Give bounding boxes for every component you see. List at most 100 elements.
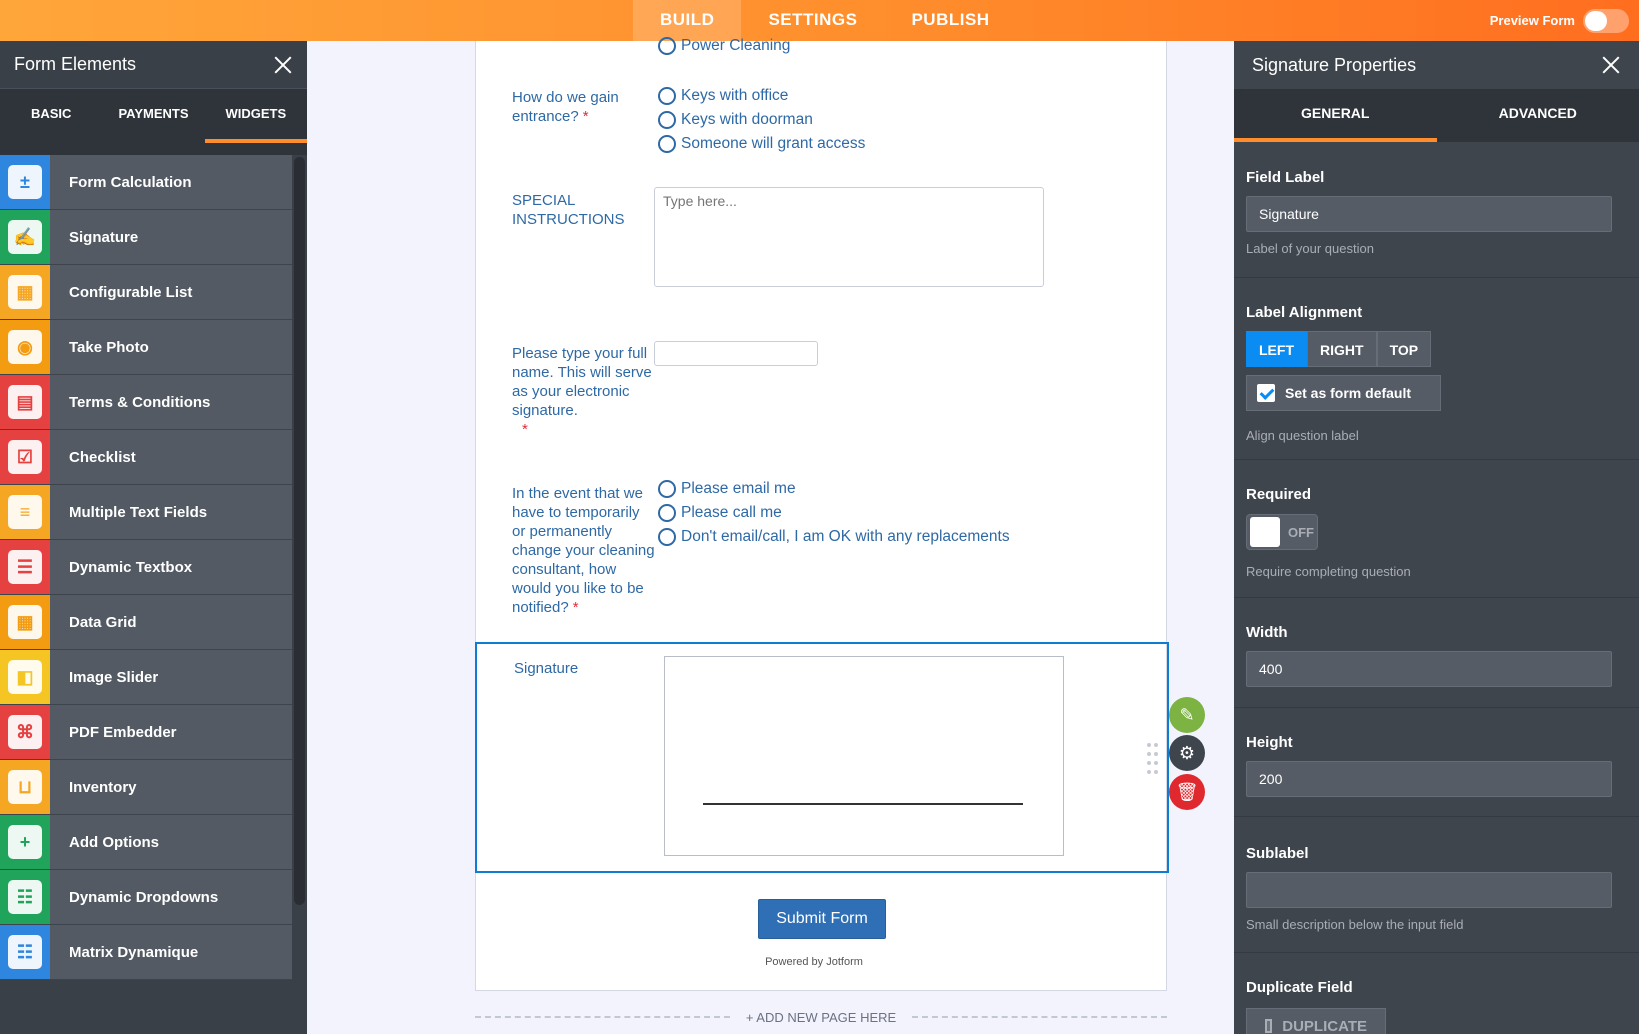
add-new-page[interactable]: + ADD NEW PAGE HERE [475,1002,1167,1032]
properties-header: Signature Properties [1234,41,1639,89]
radio-icon[interactable] [658,87,676,105]
tab-advanced[interactable]: ADVANCED [1437,89,1639,142]
tab-general[interactable]: GENERAL [1234,89,1437,142]
form-page: Power Cleaning How do we gain entrance? *… [475,37,1169,991]
widget-label: Dynamic Dropdowns [69,888,219,906]
plus-circle-icon: + [0,815,50,869]
question-label: Please type your full name. This will se… [512,345,652,419]
text-fields-icon: ≡ [0,485,50,539]
radio-option[interactable]: Keys with doorman [658,108,865,132]
width-input[interactable]: 400 [1246,651,1612,687]
question-notification: In the event that we have to temporarily… [512,484,657,617]
scrollbar-thumb[interactable] [294,157,305,905]
widget-item[interactable]: + Add Options [0,815,292,870]
radio-icon[interactable] [658,528,676,546]
full-name-input[interactable] [654,341,818,366]
gear-icon[interactable]: ⚙ [1169,735,1205,771]
top-bar: BUILD SETTINGS PUBLISH Preview Form [0,0,1639,41]
radio-option[interactable]: Someone will grant access [658,132,865,156]
question-label: SPECIAL INSTRUCTIONS [512,192,625,228]
widget-item[interactable]: ▦ Data Grid [0,595,292,650]
signature-pad[interactable] [664,656,1064,856]
radio-icon[interactable] [658,504,676,522]
option-label: Please email me [681,480,796,497]
widget-item[interactable]: ≡ Multiple Text Fields [0,485,292,540]
toggle-knob [1585,10,1607,31]
widget-label: PDF Embedder [69,723,177,741]
duplicate-button[interactable]: DUPLICATE [1246,1008,1386,1034]
widget-item[interactable]: ▦ Configurable List [0,265,292,320]
question-signature: Signature [514,659,578,678]
section-label: Field Label [1246,169,1325,186]
set-form-default-checkbox[interactable]: Set as form default [1246,375,1441,411]
height-input[interactable]: 200 [1246,761,1612,797]
close-icon[interactable] [273,55,293,75]
widget-item[interactable]: ☰ Dynamic Textbox [0,540,292,595]
close-icon[interactable] [1601,55,1621,75]
radio-option[interactable]: Please call me [658,501,1010,525]
radio-option[interactable]: Don't email/call, I am OK with any repla… [658,525,1010,549]
widget-label: Form Calculation [69,173,192,191]
widget-item[interactable]: ⌘ PDF Embedder [0,705,292,760]
align-left-button[interactable]: LEFT [1246,331,1307,367]
toggle-knob [1250,517,1280,547]
widget-icon-glyph: ▤ [8,385,42,419]
widget-item[interactable]: ☷ Dynamic Dropdowns [0,870,292,925]
tab-publish[interactable]: PUBLISH [884,0,1016,41]
widget-item[interactable]: ◧ Image Slider [0,650,292,705]
drag-handle-icon[interactable] [1147,743,1159,775]
tab-widgets[interactable]: WIDGETS [204,89,307,143]
radio-option[interactable]: Please email me [658,477,1010,501]
width-section: Width 400 [1234,598,1639,708]
list-grid-icon: ▦ [0,265,50,319]
question-label: In the event that we have to temporarily… [512,485,655,616]
widget-list-scrollbar[interactable] [292,155,307,993]
align-right-button[interactable]: RIGHT [1307,331,1377,367]
widget-item[interactable]: ☑ Checklist [0,430,292,485]
radio-icon[interactable] [658,480,676,498]
widget-icon-glyph: ☷ [8,935,42,969]
widget-label: Terms & Conditions [69,393,211,411]
radio-icon[interactable] [658,111,676,129]
widget-item[interactable]: ◉ Take Photo [0,320,292,375]
entrance-options: Keys with office Keys with doorman Someo… [658,84,865,156]
radio-icon[interactable] [658,37,676,55]
widget-item[interactable]: ▤ Terms & Conditions [0,375,292,430]
special-instructions-textarea[interactable] [654,187,1044,287]
radio-option[interactable]: Keys with office [658,84,865,108]
field-label-input[interactable]: Signature [1246,196,1612,232]
edit-pen-icon[interactable]: ✎ [1169,697,1205,733]
matrix-icon: ☷ [0,925,50,979]
section-label: Width [1246,624,1288,641]
alignment-buttons: LEFT RIGHT TOP [1246,331,1627,367]
section-label: Sublabel [1246,845,1309,862]
section-description: Require completing question [1246,564,1411,579]
question-entrance: How do we gain entrance? * [512,88,642,126]
label-alignment-section: Label Alignment LEFT RIGHT TOP Set as fo… [1234,278,1639,460]
signature-icon: ✍ [0,210,50,264]
tab-payments[interactable]: PAYMENTS [102,89,204,143]
trash-icon[interactable]: 🗑 [1169,774,1205,810]
question-label: How do we gain entrance? [512,89,619,125]
signature-field-block[interactable]: Signature [475,642,1169,873]
option-label: Please call me [681,504,782,521]
radio-icon[interactable] [658,135,676,153]
widget-item[interactable]: ± Form Calculation [0,155,292,210]
preview-form-toggle[interactable] [1583,8,1629,33]
radio-option[interactable]: Power Cleaning [658,34,790,58]
checklist-icon: ☑ [0,430,50,484]
textbox-icon: ☰ [0,540,50,594]
widget-icon-glyph: ± [8,165,42,199]
widget-item[interactable]: ✍ Signature [0,210,292,265]
tab-basic[interactable]: BASIC [0,89,102,143]
align-top-button[interactable]: TOP [1376,331,1432,367]
widget-list: ± Form Calculation ✍ Signature ▦ Configurable… [0,155,292,980]
widget-icon-glyph: ☰ [8,550,42,584]
widget-item[interactable]: ⊔ Inventory [0,760,292,815]
checkbox-checked-icon[interactable] [1257,384,1275,402]
submit-form-button[interactable]: Submit Form [758,899,886,939]
required-asterisk: * [522,421,528,438]
sublabel-input[interactable] [1246,872,1612,908]
widget-item[interactable]: ☷ Matrix Dynamique [0,925,292,980]
required-toggle[interactable]: OFF [1246,514,1318,550]
